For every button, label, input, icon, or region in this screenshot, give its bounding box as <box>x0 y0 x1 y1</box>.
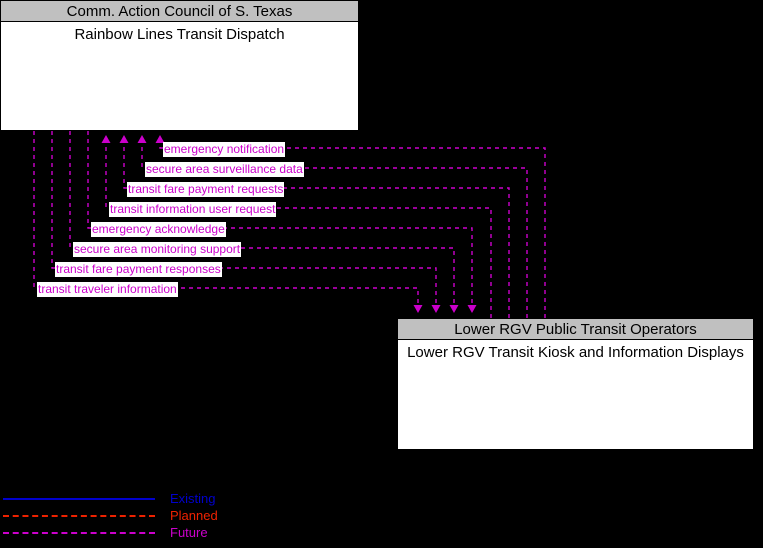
legend-label-planned: Planned <box>170 508 218 523</box>
legend: Existing Planned Future <box>0 484 300 546</box>
flow-label-transit-traveler-information[interactable]: transit traveler information <box>37 282 178 297</box>
legend-line-planned <box>3 515 155 517</box>
flow-label-emergency-notification[interactable]: emergency notification <box>163 142 286 157</box>
flow-label-secure-area-monitoring-support[interactable]: secure area monitoring support <box>73 242 242 257</box>
entity-box-kiosk[interactable]: Lower RGV Public Transit Operators Lower… <box>397 318 754 450</box>
flow-label-secure-area-surveillance-data[interactable]: secure area surveillance data <box>145 162 304 177</box>
legend-label-existing: Existing <box>170 491 216 506</box>
flow-label-transit-information-user-request[interactable]: transit information user request <box>109 202 277 217</box>
entity-stakeholder-kiosk: Lower RGV Public Transit Operators <box>398 319 753 340</box>
flow-label-transit-fare-payment-requests[interactable]: transit fare payment requests <box>127 182 285 197</box>
entity-stakeholder-dispatch: Comm. Action Council of S. Texas <box>1 1 358 22</box>
flow-label-emergency-acknowledge[interactable]: emergency acknowledge <box>91 222 226 237</box>
diagram-canvas: Comm. Action Council of S. Texas Rainbow… <box>0 0 763 548</box>
legend-line-future <box>3 532 155 534</box>
entity-name-dispatch: Rainbow Lines Transit Dispatch <box>74 26 285 43</box>
legend-line-existing <box>3 498 155 500</box>
entity-name-kiosk: Lower RGV Transit Kiosk and Information … <box>407 344 744 361</box>
entity-box-dispatch[interactable]: Comm. Action Council of S. Texas Rainbow… <box>0 0 359 131</box>
legend-label-future: Future <box>170 525 208 540</box>
flow-label-transit-fare-payment-responses[interactable]: transit fare payment responses <box>55 262 222 277</box>
